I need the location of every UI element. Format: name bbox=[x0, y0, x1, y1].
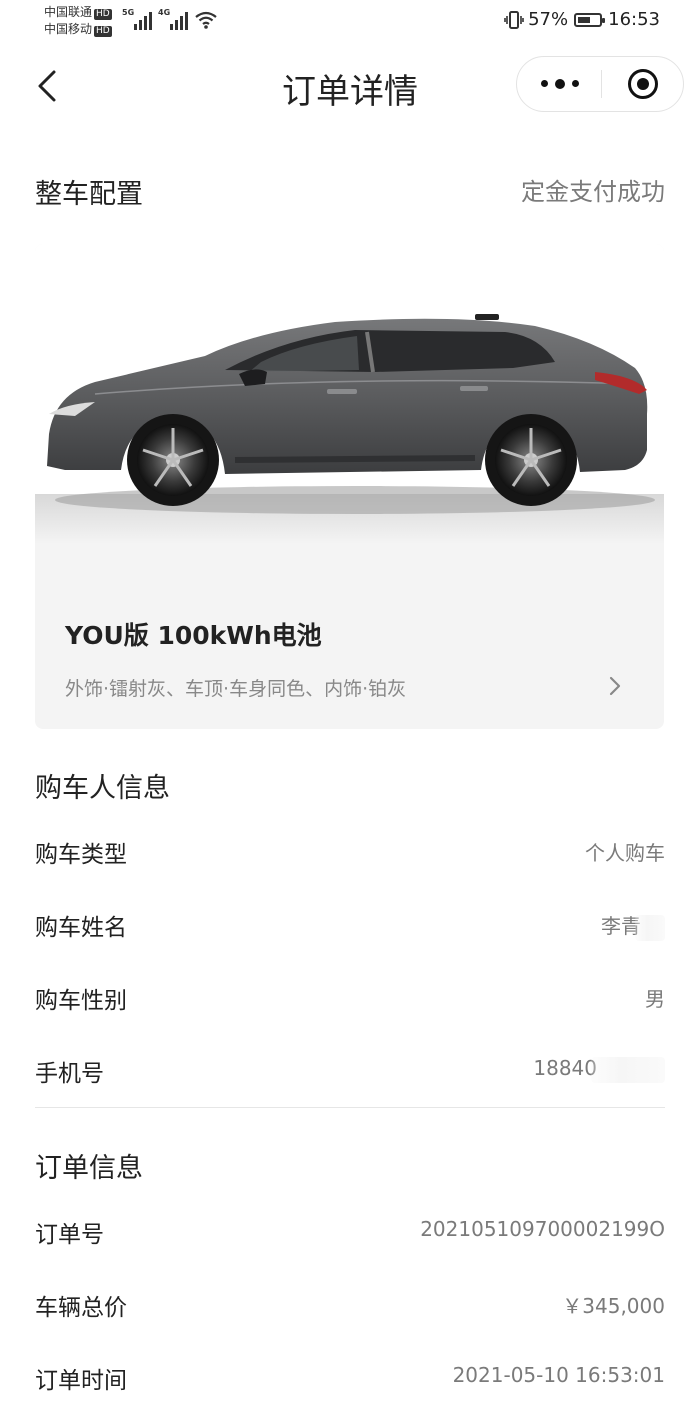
carrier-1: 中国联通 bbox=[44, 5, 93, 19]
status-bar: 中国联通 HD 中国移动 HD 5G 4G 57% 16:53 bbox=[0, 0, 700, 44]
row-label: 购车姓名 bbox=[35, 915, 127, 941]
config-heading: 整车配置 bbox=[35, 179, 143, 210]
car-image bbox=[35, 244, 664, 544]
battery-percent: 57% bbox=[528, 9, 569, 30]
privacy-blur bbox=[635, 914, 665, 941]
target-ring-icon[interactable] bbox=[628, 69, 658, 99]
config-section-header: 整车配置 定金支付成功 bbox=[35, 172, 665, 211]
config-card[interactable]: YOU版 100kWh电池 外饰·镭射灰、车顶·车身同色、内饰·铂灰 bbox=[35, 244, 664, 729]
order-row-number: 订单号 202105109700002199O bbox=[35, 1215, 665, 1255]
row-label: 车辆总价 bbox=[35, 1295, 127, 1321]
trim-name: YOU版 100kWh电池 bbox=[65, 621, 322, 650]
chevron-right-icon[interactable] bbox=[608, 675, 622, 697]
hd-badge: HD bbox=[94, 9, 112, 20]
buyer-section-header: 购车人信息 bbox=[35, 766, 665, 805]
buyer-row-phone: 手机号 18840 bbox=[35, 1054, 665, 1094]
row-label: 购车性别 bbox=[35, 988, 127, 1014]
nav-bar: 订单详情 bbox=[0, 50, 700, 122]
vibrate-icon bbox=[504, 10, 524, 29]
network-4g-label: 4G bbox=[158, 8, 171, 17]
more-dots-icon[interactable] bbox=[539, 77, 581, 91]
trim-detail: 外饰·镭射灰、车顶·车身同色、内饰·铂灰 bbox=[65, 678, 407, 700]
row-label: 订单号 bbox=[35, 1222, 104, 1248]
clock-time: 16:53 bbox=[608, 9, 660, 30]
row-value: 男 bbox=[645, 987, 665, 1011]
battery-icon bbox=[574, 12, 606, 27]
order-heading: 订单信息 bbox=[35, 1153, 143, 1184]
privacy-blur bbox=[591, 1056, 665, 1083]
row-value-wrap: 18840 bbox=[533, 1056, 665, 1083]
wifi-icon bbox=[195, 11, 217, 29]
row-label: 购车类型 bbox=[35, 842, 127, 868]
row-value-wrap: 李青 bbox=[601, 910, 665, 941]
carrier-info: 中国联通 HD 中国移动 HD bbox=[44, 4, 112, 38]
section-divider bbox=[35, 1107, 665, 1108]
hd-badge: HD bbox=[94, 26, 112, 37]
order-status: 定金支付成功 bbox=[521, 178, 665, 206]
network-5g-label: 5G bbox=[122, 8, 135, 17]
capsule-divider bbox=[601, 70, 602, 98]
battery-fill bbox=[578, 16, 590, 23]
order-section-header: 订单信息 bbox=[35, 1146, 665, 1185]
status-right: 57% 16:53 bbox=[504, 9, 660, 30]
buyer-row-type: 购车类型 个人购车 bbox=[35, 835, 665, 875]
order-row-time: 订单时间 2021-05-10 16:53:01 bbox=[35, 1361, 665, 1401]
row-value: 202105109700002199O bbox=[420, 1217, 665, 1241]
carrier-2: 中国移动 bbox=[44, 22, 93, 36]
row-value: 2021-05-10 16:53:01 bbox=[452, 1363, 665, 1387]
mini-program-capsule bbox=[516, 56, 684, 112]
row-label: 手机号 bbox=[35, 1061, 104, 1087]
row-value: 18840 bbox=[533, 1056, 597, 1080]
buyer-row-name: 购车姓名 李青 bbox=[35, 908, 665, 948]
buyer-row-gender: 购车性别 男 bbox=[35, 981, 665, 1021]
order-row-price: 车辆总价 ￥345,000 bbox=[35, 1288, 665, 1328]
row-value: 个人购车 bbox=[585, 841, 665, 865]
row-value: ￥345,000 bbox=[562, 1294, 665, 1318]
buyer-heading: 购车人信息 bbox=[35, 773, 170, 804]
row-label: 订单时间 bbox=[35, 1368, 127, 1394]
